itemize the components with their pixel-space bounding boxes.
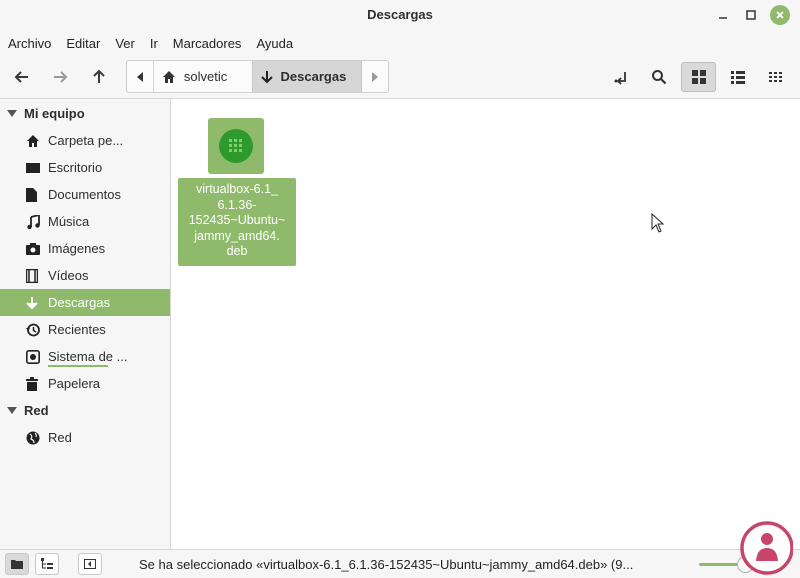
sidebar-section-label: Mi equipo xyxy=(24,106,85,121)
icon-view-button[interactable] xyxy=(681,62,716,92)
menu-ayuda[interactable]: Ayuda xyxy=(256,36,293,51)
file-name-label[interactable]: virtualbox-6.1_ 6.1.36- 152435~Ubuntu~ jamm… xyxy=(178,178,296,266)
chevron-down-icon xyxy=(0,406,24,415)
sidebar-item-papelera[interactable]: Papelera xyxy=(0,370,170,397)
sidebar-item-label: Carpeta pe... xyxy=(48,133,124,148)
search-button[interactable] xyxy=(643,62,675,92)
sidebar-section-label: Red xyxy=(24,403,49,418)
minimize-button[interactable] xyxy=(713,5,733,25)
sidebar-item-carpeta-personal[interactable]: Carpeta pe... xyxy=(0,127,170,154)
file-name-text: virtualbox-6.1_ 6.1.36- 152435~Ubuntu~ jamm… xyxy=(188,182,286,258)
close-icon xyxy=(776,11,784,19)
list-view-icon xyxy=(731,71,745,84)
search-icon xyxy=(652,70,667,85)
toggle-location-button[interactable] xyxy=(605,62,637,92)
film-icon xyxy=(26,268,48,283)
sidebar-item-label: Descargas xyxy=(48,295,111,310)
chevron-right-icon xyxy=(372,71,379,82)
window-title: Descargas xyxy=(367,7,433,22)
menu-editar[interactable]: Editar xyxy=(66,36,100,51)
sidebar-item-imagenes[interactable]: Imágenes xyxy=(0,235,170,262)
sidebar-item-label: Red xyxy=(48,430,72,445)
path-scroll-left[interactable] xyxy=(127,61,153,92)
chevron-down-icon xyxy=(0,109,24,118)
path-bar: solvetic Descargas xyxy=(126,60,389,93)
status-bar: Se ha seleccionado «virtualbox-6.1_6.1.3… xyxy=(0,549,800,578)
location-toggle-icon xyxy=(614,72,626,85)
menu-bar: Archivo Editar Ver Ir Marcadores Ayuda xyxy=(0,30,800,56)
sidebar-item-label: Papelera xyxy=(48,376,101,391)
sidebar-section-mi-equipo[interactable]: Mi equipo xyxy=(0,100,171,127)
forward-arrow-icon xyxy=(54,71,68,83)
solvetic-logo-icon xyxy=(740,521,793,575)
sidebar-item-documentos[interactable]: Documentos xyxy=(0,181,170,208)
download-icon xyxy=(26,296,48,310)
toolbar: solvetic Descargas xyxy=(0,56,800,99)
home-icon xyxy=(162,70,175,83)
up-button[interactable] xyxy=(83,62,115,92)
sidebar-item-escritorio[interactable]: Escritorio xyxy=(0,154,170,181)
menu-marcadores[interactable]: Marcadores xyxy=(173,36,242,51)
minimize-icon xyxy=(719,17,727,19)
drive-icon xyxy=(26,349,48,364)
sidebar-item-videos[interactable]: Vídeos xyxy=(0,262,170,289)
status-text: Se ha seleccionado «virtualbox-6.1_6.1.3… xyxy=(139,557,634,572)
close-button[interactable] xyxy=(770,5,790,25)
show-treeview-button[interactable] xyxy=(35,553,59,575)
mouse-cursor-icon xyxy=(651,213,665,233)
sidebar-item-label: Imágenes xyxy=(48,241,106,256)
back-arrow-icon xyxy=(14,71,28,83)
list-view-button[interactable] xyxy=(722,62,754,92)
up-arrow-icon xyxy=(93,69,105,83)
desktop-icon xyxy=(26,161,48,175)
file-icon-highlight xyxy=(208,118,264,174)
sidebar-item-label: Sistema de ... xyxy=(48,349,128,364)
folder-icon xyxy=(11,560,23,569)
chevron-left-icon xyxy=(136,71,143,82)
sidebar-item-label: Documentos xyxy=(48,187,121,202)
sidebar-item-musica[interactable]: Música xyxy=(0,208,170,235)
camera-icon xyxy=(26,242,48,255)
sidebar-item-sistema-de-archivos[interactable]: Sistema de ... xyxy=(0,343,170,370)
maximize-button[interactable] xyxy=(741,5,761,25)
show-places-button[interactable] xyxy=(5,553,29,575)
sidebar-item-recientes[interactable]: Recientes xyxy=(0,316,170,343)
menu-ver[interactable]: Ver xyxy=(115,36,135,51)
path-home-label: solvetic xyxy=(183,69,228,84)
home-icon xyxy=(26,134,48,148)
tree-icon xyxy=(41,558,53,569)
download-icon xyxy=(260,70,273,83)
path-current-label: Descargas xyxy=(280,69,347,84)
deb-package-icon xyxy=(219,129,253,163)
grid-view-icon xyxy=(691,70,706,84)
back-button[interactable] xyxy=(6,62,38,92)
maximize-icon xyxy=(746,10,756,20)
globe-icon xyxy=(26,431,48,445)
history-icon xyxy=(26,323,48,337)
document-icon xyxy=(26,187,48,202)
forward-button[interactable] xyxy=(44,62,76,92)
trash-icon xyxy=(26,376,48,391)
menu-archivo[interactable]: Archivo xyxy=(8,36,51,51)
title-bar: Descargas xyxy=(0,0,800,30)
file-view[interactable]: virtualbox-6.1_ 6.1.36- 152435~Ubuntu~ jamm… xyxy=(171,99,800,549)
sidebar-toggle-icon xyxy=(84,559,96,569)
disk-usage-bar xyxy=(48,365,108,367)
sidebar-item-label: Recientes xyxy=(48,322,106,337)
music-icon xyxy=(26,214,48,229)
path-home-button[interactable]: solvetic xyxy=(152,61,252,92)
sidebar-item-descargas[interactable]: Descargas xyxy=(0,289,170,316)
sidebar-section-red[interactable]: Red xyxy=(0,397,171,424)
path-scroll-right[interactable] xyxy=(362,61,388,92)
hide-sidebar-button[interactable] xyxy=(78,553,102,575)
compact-view-icon xyxy=(769,72,782,82)
path-current-button[interactable]: Descargas xyxy=(251,61,363,92)
sidebar-item-red[interactable]: Red xyxy=(0,424,170,451)
sidebar-item-label: Vídeos xyxy=(48,268,89,283)
sidebar-item-label: Música xyxy=(48,214,90,229)
menu-ir[interactable]: Ir xyxy=(150,36,158,51)
sidebar: Mi equipo Carpeta pe... Escritorio Docum… xyxy=(0,99,171,549)
compact-view-button[interactable] xyxy=(760,62,792,92)
sidebar-item-label: Escritorio xyxy=(48,160,103,175)
